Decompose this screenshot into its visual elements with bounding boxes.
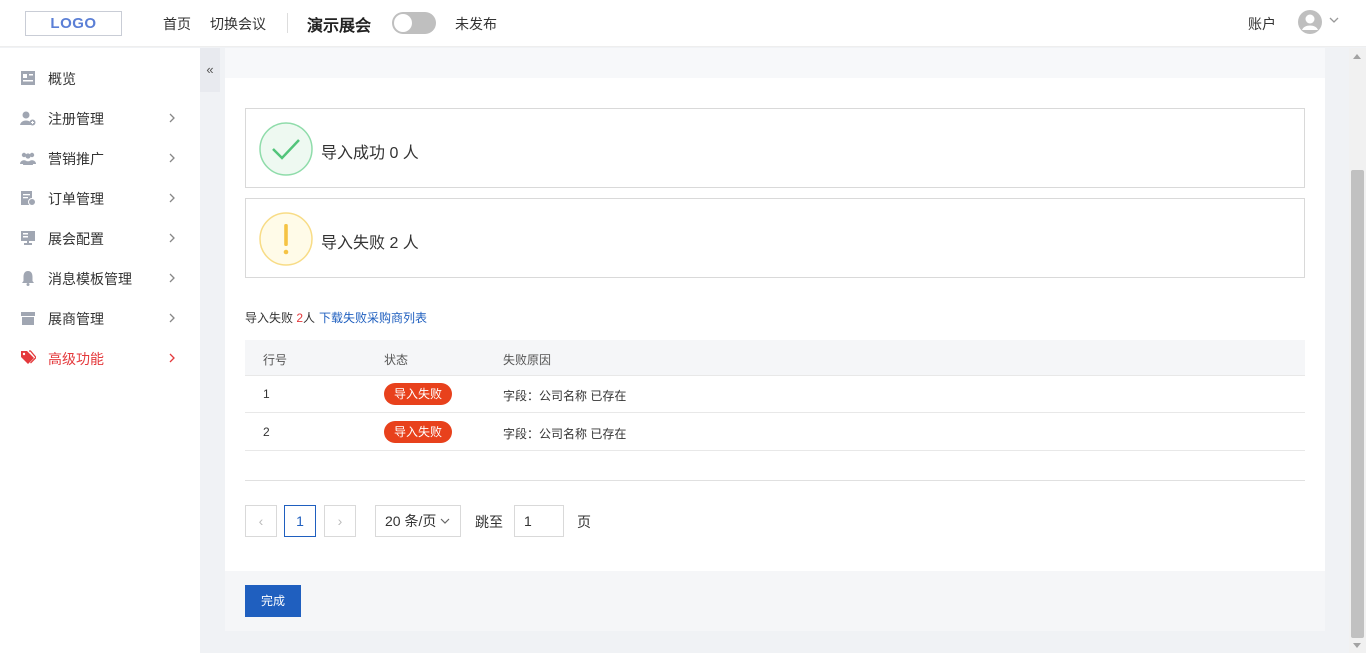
prev-page-button[interactable]: ‹ bbox=[245, 505, 277, 537]
page-size-value: 20 条/页 bbox=[385, 513, 437, 529]
nav-divider bbox=[287, 13, 288, 33]
tags-icon bbox=[21, 350, 36, 364]
sidebar-item-advanced[interactable]: 高级功能 bbox=[0, 338, 200, 378]
fail-reason: 字段：公司名称 已存在 bbox=[503, 389, 627, 403]
column-header-status: 状态 bbox=[384, 353, 409, 367]
store-icon bbox=[21, 312, 35, 325]
user-register-icon bbox=[20, 111, 36, 126]
table-header: 行号 状态 失败原因 bbox=[245, 340, 1305, 376]
chevron-right-icon bbox=[169, 113, 175, 123]
group-icon bbox=[20, 152, 36, 165]
chevron-right-icon bbox=[169, 153, 175, 163]
table-row: 2 导入失败 字段：公司名称 已存在 bbox=[245, 414, 1305, 451]
jump-page-input[interactable] bbox=[514, 505, 564, 537]
top-bar: LOGO 首页 切换会议 演示展会 未发布 账户 bbox=[0, 0, 1366, 47]
sidebar-item-label: 营销推广 bbox=[48, 151, 104, 167]
event-title: 演示展会 bbox=[307, 18, 372, 35]
column-header-reason: 失败原因 bbox=[503, 353, 552, 367]
nav-home-link[interactable]: 首页 bbox=[163, 14, 191, 34]
chevron-right-icon bbox=[169, 193, 175, 203]
sidebar-item-message-templates[interactable]: 消息模板管理 bbox=[0, 258, 200, 298]
scroll-up-arrow-icon[interactable] bbox=[1353, 54, 1361, 59]
bell-icon bbox=[22, 271, 34, 286]
fail-reason: 字段：公司名称 已存在 bbox=[503, 427, 627, 441]
row-number: 1 bbox=[263, 387, 270, 401]
row-number: 2 bbox=[263, 425, 270, 439]
order-icon bbox=[21, 191, 36, 206]
sidebar: 概览 注册管理 营销推广 订单管理 展会配置 消息模板管理 展商管理 高级功能 bbox=[0, 48, 200, 653]
sidebar-item-label: 注册管理 bbox=[48, 111, 104, 127]
warning-icon bbox=[259, 212, 313, 266]
status-badge: 导入失败 bbox=[384, 383, 452, 405]
chevron-right-icon bbox=[169, 313, 175, 323]
scroll-down-arrow-icon[interactable] bbox=[1353, 643, 1361, 648]
sidebar-item-label: 高级功能 bbox=[48, 351, 104, 367]
toggle-knob bbox=[394, 14, 412, 32]
logo[interactable]: LOGO bbox=[25, 11, 122, 36]
scrollbar-thumb[interactable] bbox=[1351, 170, 1364, 638]
chevron-down-icon[interactable] bbox=[1328, 14, 1340, 26]
sidebar-item-exhibitors[interactable]: 展商管理 bbox=[0, 298, 200, 338]
content-top-strip bbox=[225, 48, 1325, 78]
sidebar-item-label: 概览 bbox=[48, 71, 76, 87]
jump-label: 跳至 bbox=[475, 514, 503, 530]
sidebar-item-marketing[interactable]: 营销推广 bbox=[0, 138, 200, 178]
chevron-down-icon bbox=[440, 518, 450, 524]
import-success-text: 导入成功 0 人 bbox=[321, 145, 419, 162]
done-button[interactable]: 完成 bbox=[245, 585, 301, 617]
fail-summary: 导入失败 2人 下载失败采购商列表 bbox=[245, 309, 427, 326]
sidebar-item-orders[interactable]: 订单管理 bbox=[0, 178, 200, 218]
sidebar-item-registration[interactable]: 注册管理 bbox=[0, 98, 200, 138]
footer-bar bbox=[225, 571, 1325, 631]
avatar-icon[interactable] bbox=[1298, 10, 1322, 34]
page-size-select[interactable]: 20 条/页 bbox=[375, 505, 461, 537]
fail-summary-prefix: 导入失败 bbox=[245, 311, 297, 325]
sidebar-item-label: 展商管理 bbox=[48, 311, 104, 327]
import-fail-box: 导入失败 2 人 bbox=[245, 198, 1305, 278]
sidebar-item-label: 消息模板管理 bbox=[48, 271, 132, 287]
pagination-divider bbox=[245, 480, 1305, 481]
sidebar-item-label: 展会配置 bbox=[48, 231, 104, 247]
page-suffix-label: 页 bbox=[577, 514, 591, 530]
table-row: 1 导入失败 字段：公司名称 已存在 bbox=[245, 376, 1305, 413]
publish-status: 未发布 bbox=[455, 16, 497, 32]
monitor-icon bbox=[21, 231, 35, 245]
download-failed-list-link[interactable]: 下载失败采购商列表 bbox=[319, 311, 427, 325]
next-page-button[interactable]: › bbox=[324, 505, 356, 537]
chevron-right-icon bbox=[169, 233, 175, 243]
success-check-icon bbox=[259, 122, 313, 176]
nav-switch-meeting-link[interactable]: 切换会议 bbox=[210, 14, 266, 34]
chevron-right-icon bbox=[169, 273, 175, 283]
publish-toggle[interactable] bbox=[392, 12, 436, 34]
sidebar-collapse-button[interactable]: « bbox=[200, 48, 220, 92]
sidebar-item-label: 订单管理 bbox=[48, 191, 104, 207]
sidebar-item-exhibition-config[interactable]: 展会配置 bbox=[0, 218, 200, 258]
status-badge: 导入失败 bbox=[384, 421, 452, 443]
import-fail-text: 导入失败 2 人 bbox=[321, 235, 419, 252]
fail-summary-suffix: 人 bbox=[303, 311, 316, 325]
chevron-right-icon bbox=[169, 353, 175, 363]
import-success-box: 导入成功 0 人 bbox=[245, 108, 1305, 188]
overview-icon bbox=[21, 71, 35, 85]
column-header-row-number: 行号 bbox=[263, 353, 288, 367]
account-label[interactable]: 账户 bbox=[1248, 14, 1276, 34]
sidebar-item-overview[interactable]: 概览 bbox=[0, 58, 200, 98]
page-1-button[interactable]: 1 bbox=[284, 505, 316, 537]
